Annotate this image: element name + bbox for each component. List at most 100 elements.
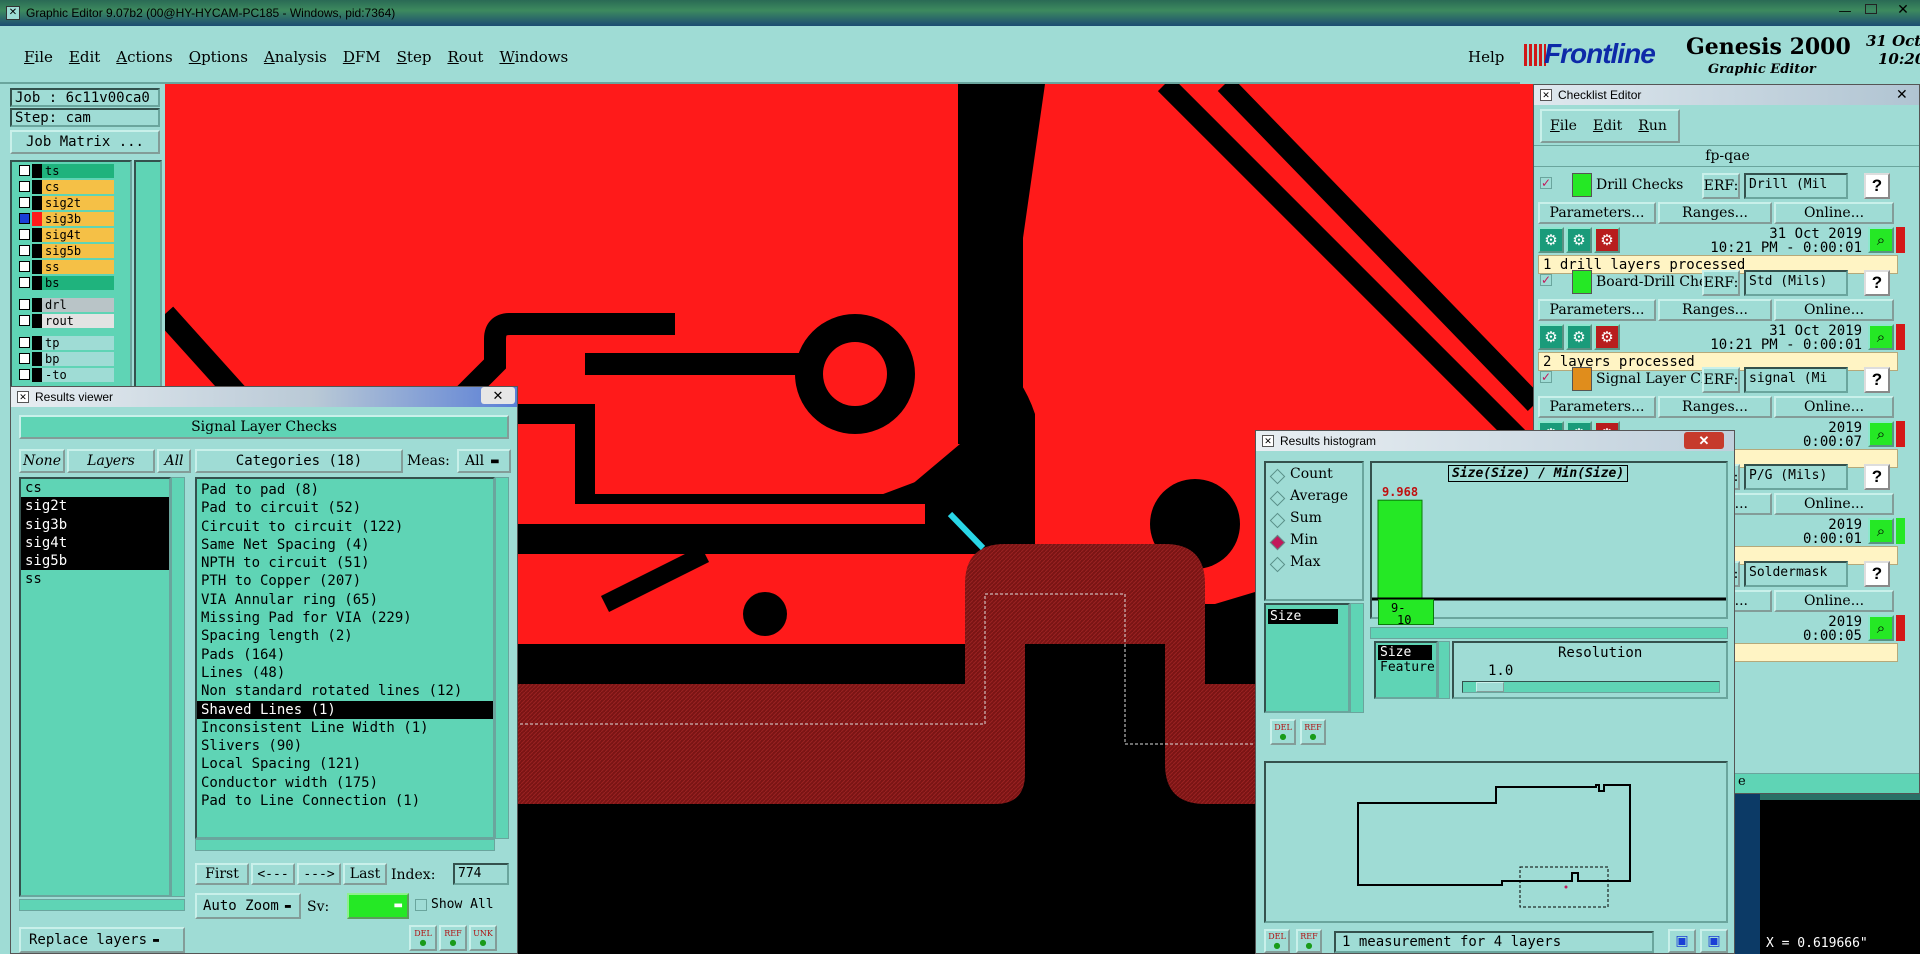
layer-checkbox[interactable] — [19, 245, 30, 256]
layer-name[interactable]: sig2t — [42, 196, 114, 210]
layer-name[interactable]: cs — [42, 180, 114, 194]
category-item[interactable]: Pads (164) — [197, 646, 493, 664]
online-button[interactable]: Online... — [1774, 396, 1894, 418]
categories-scrollbar[interactable] — [495, 477, 509, 839]
erf-value[interactable]: P/G (Mils) — [1744, 464, 1848, 490]
minimize-icon[interactable]: — — [1835, 4, 1855, 19]
layer-checkbox[interactable] — [19, 261, 30, 272]
results-viewer-close-button[interactable]: ✕ — [481, 387, 515, 404]
results-layer-hscroll[interactable] — [19, 899, 185, 911]
layer-name[interactable]: bs — [42, 276, 114, 290]
check-enable-checkbox[interactable]: ✓ — [1540, 371, 1552, 383]
sv-color-selector[interactable]: ▬ — [347, 893, 409, 919]
layer-name[interactable]: -to — [42, 368, 114, 382]
layer-row-bp[interactable]: bp — [16, 352, 140, 366]
online-button[interactable]: Online... — [1774, 299, 1894, 321]
category-item[interactable]: Pad to pad (8) — [197, 481, 493, 499]
list-feature[interactable]: Feature — [1376, 660, 1436, 675]
layer-row-sig5b[interactable]: sig5b — [16, 244, 140, 258]
maximize-icon[interactable] — [1865, 4, 1877, 14]
del-icon-button[interactable]: DEL ● — [409, 925, 437, 951]
ranges-button[interactable]: Ranges... — [1658, 202, 1772, 224]
category-item[interactable]: Spacing length (2) — [197, 627, 493, 645]
mode-radio-max[interactable] — [1269, 556, 1286, 573]
show-all-checkbox[interactable] — [415, 899, 427, 911]
category-item[interactable]: Conductor width (175) — [197, 774, 493, 792]
layer-row-sig4t[interactable]: sig4t — [16, 228, 140, 242]
help-question-icon[interactable]: ? — [1864, 173, 1890, 199]
mode-label[interactable]: Max — [1290, 554, 1321, 570]
result-layer-item[interactable]: cs — [21, 479, 169, 497]
zoom-magnifier-icon[interactable]: ⌕ — [1868, 518, 1894, 544]
checklist-menu-edit[interactable]: Edit — [1593, 118, 1622, 134]
category-item[interactable]: VIA Annular ring (65) — [197, 591, 493, 609]
online-button[interactable]: Online... — [1774, 202, 1894, 224]
layers-button[interactable]: Layers — [67, 449, 155, 473]
mode-radio-average[interactable] — [1269, 490, 1286, 507]
histogram-chart-icon-1[interactable]: ▣ — [1668, 929, 1696, 953]
layer-checkbox[interactable] — [19, 337, 30, 348]
menu-file[interactable]: File — [24, 48, 53, 66]
result-layer-item[interactable]: sig3b — [21, 515, 169, 534]
none-button[interactable]: None — [19, 449, 65, 473]
parameters-button[interactable]: Parameters... — [1538, 202, 1656, 224]
layer-checkbox[interactable] — [19, 353, 30, 364]
results-viewer-titlebar[interactable]: ✕ Results viewer — [11, 387, 517, 407]
category-item[interactable]: NPTH to circuit (51) — [197, 554, 493, 572]
layer-name[interactable]: ss — [42, 260, 114, 274]
ranges-button[interactable]: Ranges... — [1658, 396, 1772, 418]
histogram-close-button[interactable]: ✕ — [1684, 432, 1724, 449]
histogram-hscroll[interactable] — [1370, 627, 1728, 639]
layer-name[interactable]: bp — [42, 352, 114, 366]
help-question-icon[interactable]: ? — [1864, 464, 1890, 490]
unk-icon-button[interactable]: UNK ● — [469, 925, 497, 951]
results-layer-list[interactable]: cs sig2t sig3b sig4t sig5b ss — [19, 477, 171, 897]
layer-name[interactable]: tp — [42, 336, 114, 350]
category-item[interactable]: Slivers (90) — [197, 737, 493, 755]
erf-value[interactable]: Soldermask — [1744, 561, 1848, 587]
checklist-titlebar[interactable]: ✕ Checklist Editor — [1534, 85, 1919, 105]
categories-button[interactable]: Categories (18) — [195, 449, 403, 473]
category-item[interactable]: Circuit to circuit (122) — [197, 518, 493, 536]
categories-hscroll[interactable] — [195, 839, 495, 851]
histogram-ref-button[interactable]: REF ● — [1300, 719, 1326, 745]
layer-row-sig2t[interactable]: sig2t — [16, 196, 140, 210]
zoom-magnifier-icon[interactable]: ⌕ — [1868, 227, 1894, 253]
category-item[interactable]: Pad to Line Connection (1) — [197, 792, 493, 810]
zoom-magnifier-icon[interactable]: ⌕ — [1868, 615, 1894, 641]
result-layer-item[interactable]: sig4t — [21, 533, 169, 553]
erf-button[interactable]: ERF: — [1702, 270, 1740, 296]
checklist-menu-file[interactable]: File — [1550, 118, 1577, 134]
menu-rout[interactable]: Rout — [447, 48, 483, 66]
next-button[interactable]: ---> — [297, 863, 341, 885]
layer-checkbox[interactable] — [19, 229, 30, 240]
layer-checkbox[interactable] — [19, 213, 30, 224]
zoom-magnifier-icon[interactable]: ⌕ — [1868, 324, 1894, 350]
layer-name[interactable]: sig4t — [42, 228, 114, 242]
category-item[interactable]: Local Spacing (121) — [197, 755, 493, 773]
result-layer-item[interactable]: sig2t — [21, 497, 169, 516]
result-layer-item[interactable]: ss — [21, 570, 169, 588]
check-enable-checkbox[interactable]: ✓ — [1540, 274, 1552, 286]
layer-name[interactable]: sig5b — [42, 244, 114, 258]
categories-list[interactable]: Pad to pad (8) Pad to circuit (52) Circuit… — [195, 477, 495, 839]
layer-checkbox[interactable] — [19, 369, 30, 380]
layer-name[interactable]: drl — [42, 298, 114, 312]
layer-name[interactable]: rout — [42, 314, 114, 328]
histogram-del-button-bottom[interactable]: DEL ● — [1264, 929, 1290, 953]
mode-label[interactable]: Average — [1290, 488, 1348, 504]
histogram-del-button[interactable]: DEL ● — [1270, 719, 1296, 745]
meas-dropdown[interactable]: All ▬ — [457, 449, 511, 473]
layer-checkbox[interactable] — [19, 277, 30, 288]
results-layer-scrollbar[interactable] — [171, 477, 185, 897]
erf-button[interactable]: ERF: — [1702, 173, 1740, 199]
category-item[interactable]: Lines (48) — [197, 664, 493, 682]
online-button[interactable]: Online... — [1774, 493, 1894, 515]
category-item[interactable]: Inconsistent Line Width (1) — [197, 719, 493, 737]
checklist-menu-run[interactable]: Run — [1638, 118, 1667, 134]
layer-row-ts[interactable]: ts — [16, 164, 140, 178]
result-layer-item[interactable]: sig5b — [21, 552, 169, 571]
close-icon[interactable]: ✕ — [1890, 2, 1916, 18]
mode-radio-sum[interactable] — [1269, 512, 1286, 529]
category-item[interactable]: Missing Pad for VIA (229) — [197, 609, 493, 627]
